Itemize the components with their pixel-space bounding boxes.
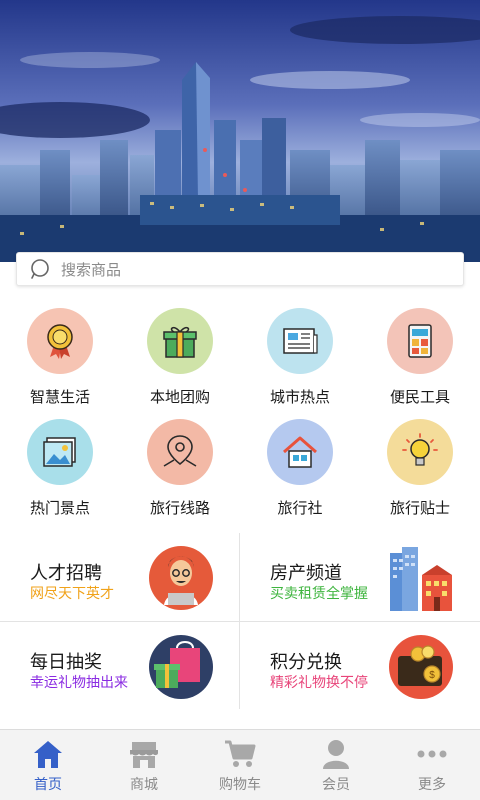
- card-title: 房产频道: [270, 563, 342, 584]
- cart-icon: [225, 740, 256, 767]
- tab-member[interactable]: 会员: [288, 730, 384, 800]
- tab-mall[interactable]: 商城: [96, 730, 192, 800]
- tab-label: 首页: [34, 777, 62, 793]
- category-label: 旅行贴士: [389, 499, 450, 517]
- picture-icon: [27, 419, 93, 485]
- card-daily-lottery[interactable]: 每日抽奖 幸运礼物抽出来: [0, 622, 240, 710]
- search-icon: [31, 259, 49, 279]
- card-title: 积分兑换: [270, 652, 342, 673]
- tab-label: 购物车: [219, 777, 261, 793]
- category-label: 旅行线路: [149, 499, 210, 517]
- card-real-estate[interactable]: 房产频道 买卖租赁全掌握: [240, 533, 480, 621]
- category-attractions[interactable]: 热门景点: [0, 411, 120, 521]
- card-points-exchange[interactable]: 积分兑换 精彩礼物换不停 $: [240, 622, 480, 710]
- tab-label: 更多: [418, 777, 446, 793]
- card-title: 人才招聘: [30, 563, 102, 584]
- category-group-buy[interactable]: 本地团购: [120, 300, 240, 410]
- category-label: 本地团购: [149, 388, 210, 406]
- bottom-tab-bar: 首页 商城 购物车 会员 更多: [0, 729, 480, 800]
- card-subtitle: 买卖租赁全掌握: [270, 586, 368, 602]
- buildings-icon: [390, 547, 452, 611]
- category-label: 便民工具: [389, 388, 450, 406]
- gift-icon: [147, 308, 213, 374]
- search-bar[interactable]: 搜索商品: [16, 252, 464, 286]
- gift-bag-icon: [149, 635, 213, 699]
- calculator-icon: [387, 308, 453, 374]
- city-banner[interactable]: [0, 0, 480, 262]
- card-subtitle: 网尽天下英才: [30, 586, 114, 602]
- category-label: 智慧生活: [29, 388, 90, 406]
- house-icon: [267, 419, 333, 485]
- recruiter-avatar-icon: [149, 546, 213, 610]
- store-icon: [130, 742, 158, 768]
- map-pin-icon: [147, 419, 213, 485]
- news-icon: [267, 308, 333, 374]
- tab-label: 商城: [130, 777, 158, 793]
- home-icon: [34, 741, 62, 768]
- wallet-coins-icon: $: [389, 635, 453, 699]
- more-icon: [417, 750, 447, 758]
- category-travel-routes[interactable]: 旅行线路: [120, 411, 240, 521]
- category-tools[interactable]: 便民工具: [360, 300, 480, 410]
- card-subtitle: 精彩礼物换不停: [270, 675, 368, 691]
- search-input[interactable]: 搜索商品: [61, 259, 121, 280]
- lightbulb-icon: [387, 419, 453, 485]
- medal-icon: [27, 308, 93, 374]
- card-subtitle: 幸运礼物抽出来: [30, 675, 128, 691]
- card-title: 每日抽奖: [30, 652, 102, 673]
- tab-home[interactable]: 首页: [0, 730, 96, 800]
- tab-more[interactable]: 更多: [384, 730, 480, 800]
- feature-cards: 人才招聘 网尽天下英才 房产频道 买卖租赁全掌握 每日抽奖 幸运礼物抽出来 积分…: [0, 533, 480, 713]
- category-travel-tips[interactable]: 旅行贴士: [360, 411, 480, 521]
- member-icon: [323, 740, 349, 769]
- category-travel-agency[interactable]: 旅行社: [240, 411, 360, 521]
- card-recruitment[interactable]: 人才招聘 网尽天下英才: [0, 533, 240, 621]
- svg-text:$: $: [429, 670, 435, 681]
- tab-cart[interactable]: 购物车: [192, 730, 288, 800]
- tab-label: 会员: [322, 777, 350, 793]
- category-label: 热门景点: [29, 499, 90, 517]
- category-label: 城市热点: [269, 388, 330, 406]
- category-label: 旅行社: [277, 499, 323, 517]
- category-smart-life[interactable]: 智慧生活: [0, 300, 120, 410]
- category-city-hot[interactable]: 城市热点: [240, 300, 360, 410]
